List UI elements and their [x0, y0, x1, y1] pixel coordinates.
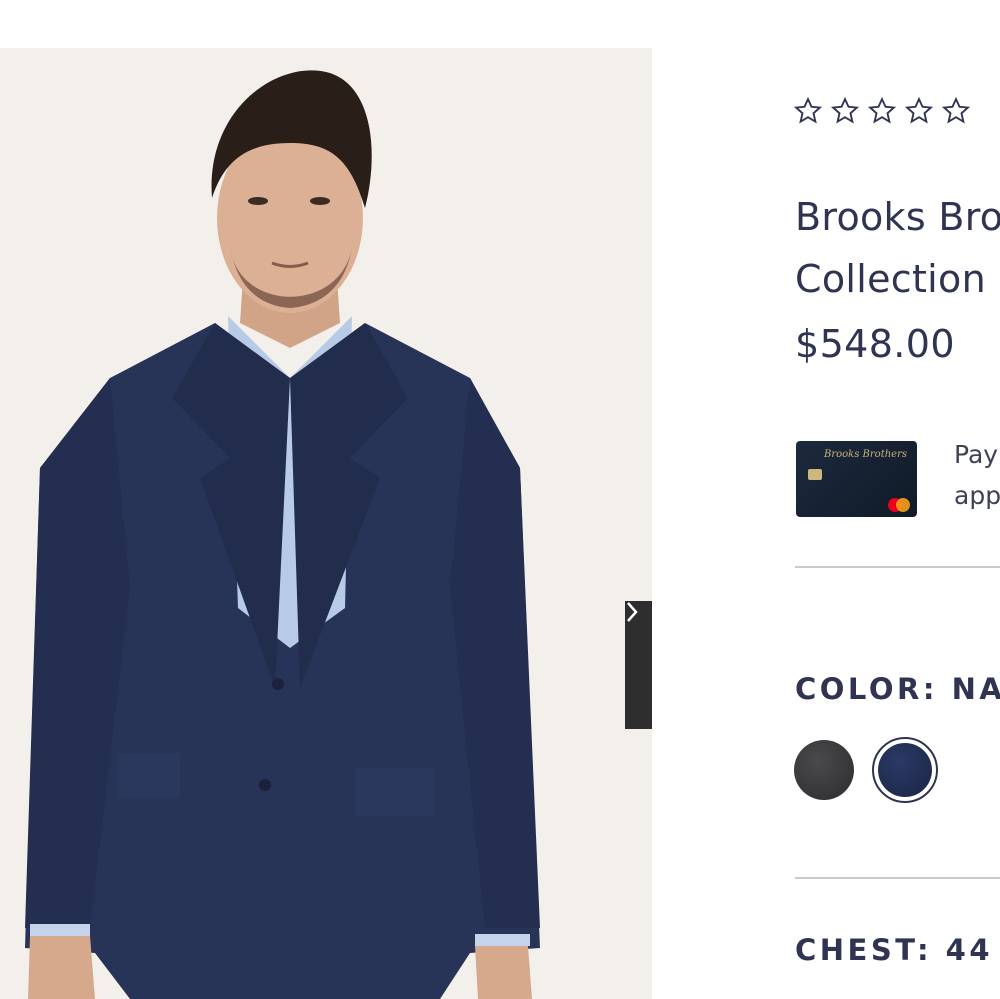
divider: [795, 877, 1000, 879]
divider: [795, 566, 1000, 568]
star-outline-icon: [904, 96, 934, 124]
mastercard-icon: [888, 498, 910, 512]
product-price: $548.00: [795, 322, 955, 366]
card-brand-logo: Brooks Brothers: [824, 449, 907, 460]
credit-card-image: Brooks Brothers: [796, 441, 917, 517]
color-label-text: COLOR:: [795, 672, 938, 706]
model-in-suit-image: [0, 48, 652, 999]
color-label: COLOR: NAV: [795, 672, 1000, 706]
selected-color-name: NAV: [951, 672, 1000, 706]
product-title-line: Collection: [795, 257, 986, 301]
chest-size-label: CHEST: 44: [795, 933, 993, 967]
star-outline-icon: [830, 96, 860, 124]
chevron-right-icon: [627, 602, 638, 622]
product-image[interactable]: [0, 48, 652, 999]
product-title-line: Brooks Bro: [795, 195, 1000, 239]
color-swatch-navy-fill: [878, 743, 932, 797]
card-chip-icon: [808, 469, 822, 480]
top-bar: [0, 0, 1000, 48]
star-outline-icon: [941, 96, 971, 124]
star-outline-icon: [793, 96, 823, 124]
color-swatch-navy[interactable]: [872, 737, 938, 803]
chest-label-text: CHEST:: [795, 933, 933, 967]
product-title: Brooks Bro Collection: [795, 186, 1000, 310]
gallery-next-button[interactable]: [625, 601, 652, 729]
star-outline-icon: [867, 96, 897, 124]
color-swatch-charcoal[interactable]: [794, 740, 854, 800]
financing-offer-text[interactable]: Pay app: [954, 434, 1000, 516]
selected-chest-size: 44: [945, 933, 994, 967]
star-rating[interactable]: [793, 96, 971, 126]
